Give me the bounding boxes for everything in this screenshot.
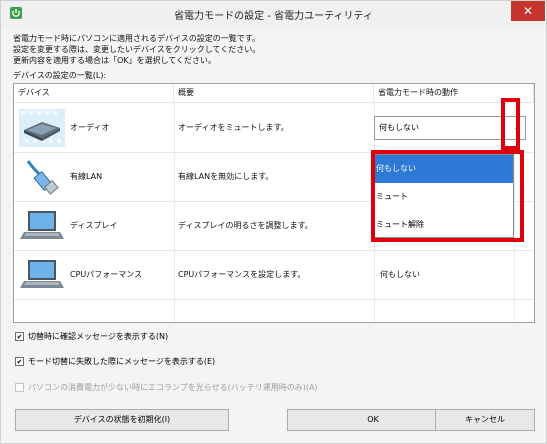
device-name: CPUパフォーマンス bbox=[70, 270, 143, 279]
laptop-display-icon bbox=[20, 211, 64, 239]
checkbox-checked-icon[interactable]: ✔ bbox=[15, 357, 24, 366]
ethernet-cable-icon bbox=[26, 160, 59, 195]
checkbox-label: 切替時に確認メッセージを表示する(N) bbox=[28, 332, 169, 341]
description-line-3: 更新内容を適用する場合は「OK」を選択してください。 bbox=[13, 56, 217, 65]
checkbox-failure-message[interactable]: ✔ モード切替に失敗した際にメッセージを表示する(E) bbox=[15, 356, 215, 367]
description-line-1: 省電力モード時にパソコンに適用されるデバイスの設定の一覧です。 bbox=[13, 34, 260, 43]
header-divider bbox=[14, 102, 534, 103]
checkbox-checked-icon[interactable]: ✔ bbox=[15, 332, 24, 341]
column-header-device[interactable]: デバイス bbox=[14, 84, 174, 102]
device-name: 有線LAN bbox=[70, 172, 103, 181]
checkbox-eco-lamp: パソコンの消費電力が少ない時にエコランプを光らせる(バッテリ運用時のみ)(A) bbox=[15, 382, 318, 393]
device-action: 何もしない bbox=[380, 270, 420, 279]
checkbox-confirm-message[interactable]: ✔ 切替時に確認メッセージを表示する(N) bbox=[15, 331, 168, 342]
highlight-box bbox=[371, 150, 524, 242]
device-summary: ディスプレイの明るさを調整します。 bbox=[178, 221, 313, 230]
ok-button[interactable]: OK bbox=[287, 409, 459, 431]
action-dropdown-value: 何もしない bbox=[379, 123, 419, 132]
cancel-button[interactable]: キャンセル bbox=[435, 409, 535, 431]
table-row[interactable]: CPUパフォーマンス CPUパフォーマンスを設定します。 何もしない bbox=[14, 251, 534, 299]
title-bar: 省電力モードの設定 - 省電力ユーティリティ ✕ bbox=[1, 1, 546, 27]
highlight-box bbox=[501, 98, 520, 150]
reset-devices-button[interactable]: デバイスの状態を初期化(I) bbox=[15, 409, 229, 431]
audio-device-icon bbox=[19, 109, 65, 147]
settings-window: 省電力モードの設定 - 省電力ユーティリティ ✕ 省電力モード時にパソコンに適用… bbox=[0, 0, 547, 444]
checkbox-label: パソコンの消費電力が少ない時にエコランプを光らせる(バッテリ運用時のみ)(A) bbox=[28, 383, 318, 392]
window-title: 省電力モードの設定 - 省電力ユーティリティ bbox=[174, 11, 373, 22]
device-summary: CPUパフォーマンスを設定します。 bbox=[178, 270, 306, 279]
description: 省電力モード時にパソコンに適用されるデバイスの設定の一覧です。 設定を変更する際… bbox=[13, 33, 260, 66]
device-summary: 有線LANを無効にします。 bbox=[178, 172, 274, 181]
column-header-summary[interactable]: 概要 bbox=[174, 84, 374, 102]
row-divider bbox=[14, 299, 534, 300]
laptop-cpu-icon bbox=[20, 260, 64, 288]
checkbox-label: モード切替に失敗した際にメッセージを表示する(E) bbox=[28, 357, 216, 366]
device-list-label: デバイスの設定の一覧(L): bbox=[13, 71, 107, 80]
device-name: オーディオ bbox=[70, 123, 110, 132]
device-summary: オーディオをミュートします。 bbox=[178, 123, 289, 132]
device-name: ディスプレイ bbox=[70, 221, 118, 230]
table-row[interactable]: オーディオ オーディオをミュートします。 何もしない ⌄ bbox=[14, 104, 534, 152]
description-line-2: 設定を変更する際は、変更したいデバイスをクリックしてください。 bbox=[13, 45, 261, 54]
close-button[interactable]: ✕ bbox=[511, 1, 545, 21]
checkbox-unchecked-icon bbox=[15, 383, 24, 392]
